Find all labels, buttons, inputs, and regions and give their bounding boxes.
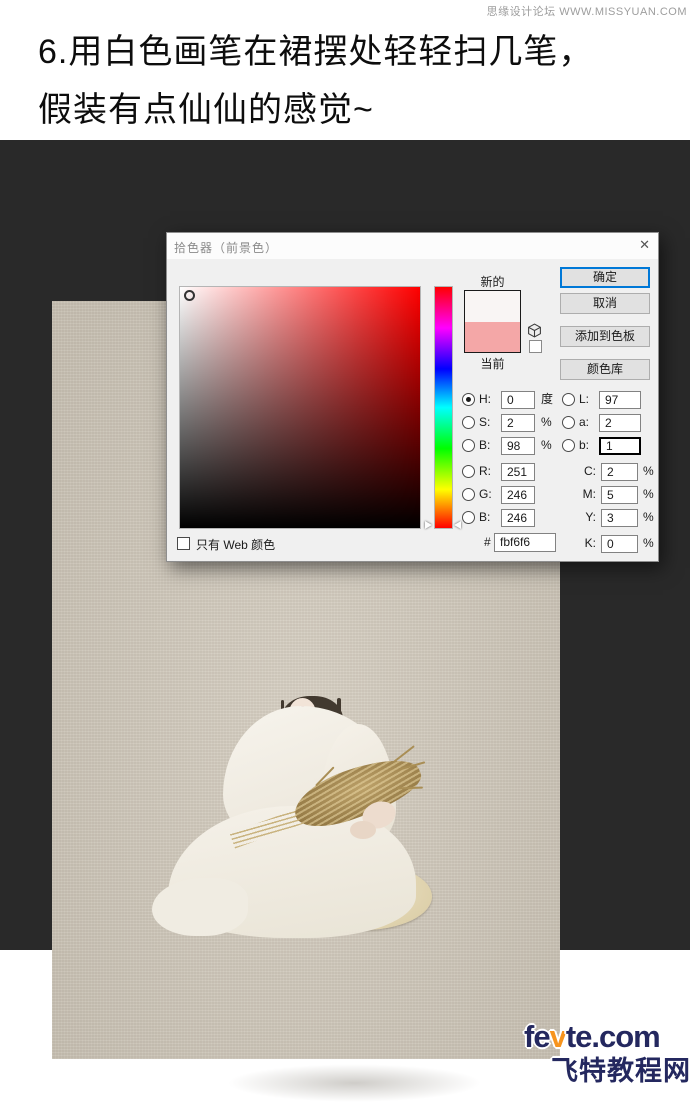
input-c[interactable]: 2 <box>601 463 638 481</box>
label-a: a: <box>579 414 589 431</box>
web-colors-only-checkbox[interactable] <box>177 537 190 550</box>
web-gamut-cube-icon[interactable] <box>527 323 542 338</box>
ok-button[interactable]: 确定 <box>560 267 650 288</box>
unit-c: % <box>643 463 654 480</box>
unit-b-hsb: % <box>541 437 552 454</box>
step-text-line2: 假装有点仙仙的感觉~ <box>38 82 374 131</box>
tutorial-header: 思缘设计论坛 WWW.MISSYUAN.COM 6.用白色画笔在裙摆处轻轻扫几笔… <box>0 0 690 140</box>
web-safe-color-swatch[interactable] <box>529 340 542 353</box>
hue-slider-marker-left[interactable] <box>425 521 432 529</box>
color-field[interactable] <box>179 286 421 529</box>
input-g[interactable]: 246 <box>501 486 535 504</box>
step-text-line1: 6.用白色画笔在裙摆处轻轻扫几笔， <box>38 24 593 73</box>
radio-b-hsb[interactable] <box>462 439 475 452</box>
input-r[interactable]: 251 <box>501 463 535 481</box>
watermark: 思缘设计论坛 WWW.MISSYUAN.COM <box>487 3 687 19</box>
radio-g[interactable] <box>462 488 475 501</box>
fevte-logo: fevte.com 飞特教程网 <box>524 1019 690 1088</box>
radio-a[interactable] <box>562 416 575 429</box>
unit-h: 度 <box>541 391 553 408</box>
dialog-title: 拾色器（前景色） <box>174 239 278 256</box>
cancel-button[interactable]: 取消 <box>560 293 650 314</box>
input-l[interactable]: 97 <box>599 391 641 409</box>
color-picker-dialog: 拾色器（前景色） ✕ 新的 当前 确定 取消 添加到色板 颜色库 H: 0 度 … <box>166 232 659 562</box>
hue-slider[interactable] <box>434 286 453 529</box>
label-g: G: <box>479 486 492 503</box>
radio-h[interactable] <box>462 393 475 406</box>
add-to-swatches-button[interactable]: 添加到色板 <box>560 326 650 347</box>
label-s: S: <box>479 414 490 431</box>
label-b-rgb: B: <box>479 509 490 526</box>
label-c: C: <box>569 463 596 480</box>
color-field-marker[interactable] <box>184 290 195 301</box>
input-b-hsb[interactable]: 98 <box>501 437 535 455</box>
web-colors-only-label: 只有 Web 颜色 <box>196 536 275 553</box>
new-color-swatch <box>465 291 520 322</box>
input-y[interactable]: 3 <box>601 509 638 527</box>
radio-b-rgb[interactable] <box>462 511 475 524</box>
hex-input[interactable]: fbf6f6 <box>494 533 556 552</box>
new-current-swatch[interactable] <box>464 290 521 353</box>
current-color-label: 当前 <box>464 355 521 372</box>
new-color-label: 新的 <box>464 273 521 290</box>
figure-robe-foot <box>152 878 248 936</box>
unit-y: % <box>643 509 654 526</box>
close-icon[interactable]: ✕ <box>639 238 650 251</box>
figure-hand <box>350 821 376 839</box>
label-r: R: <box>479 463 491 480</box>
color-libraries-button[interactable]: 颜色库 <box>560 359 650 380</box>
label-b-hsb: B: <box>479 437 490 454</box>
input-b-rgb[interactable]: 246 <box>501 509 535 527</box>
radio-s[interactable] <box>462 416 475 429</box>
label-y: Y: <box>569 509 596 526</box>
figure-shadow <box>227 1064 482 1102</box>
radio-b-lab[interactable] <box>562 439 575 452</box>
input-k[interactable]: 0 <box>601 535 638 553</box>
label-b-lab: b: <box>579 437 589 454</box>
input-m[interactable]: 5 <box>601 486 638 504</box>
label-k: K: <box>569 535 596 552</box>
unit-m: % <box>643 486 654 503</box>
label-l: L: <box>579 391 589 408</box>
unit-s: % <box>541 414 552 431</box>
hue-slider-marker-right[interactable] <box>454 521 461 529</box>
radio-r[interactable] <box>462 465 475 478</box>
input-b-lab[interactable]: 1 <box>599 437 641 455</box>
label-m: M: <box>569 486 596 503</box>
unit-k: % <box>643 535 654 552</box>
radio-l[interactable] <box>562 393 575 406</box>
input-s[interactable]: 2 <box>501 414 535 432</box>
hex-hash-label: # <box>484 535 491 549</box>
input-a[interactable]: 2 <box>599 414 641 432</box>
fevte-logo-cn: 飞特教程网 <box>551 1049 690 1088</box>
dialog-titlebar[interactable]: 拾色器（前景色） ✕ <box>167 233 658 259</box>
label-h: H: <box>479 391 491 408</box>
logo-text: fe <box>524 1019 550 1054</box>
input-h[interactable]: 0 <box>501 391 535 409</box>
current-color-swatch[interactable] <box>465 322 520 353</box>
